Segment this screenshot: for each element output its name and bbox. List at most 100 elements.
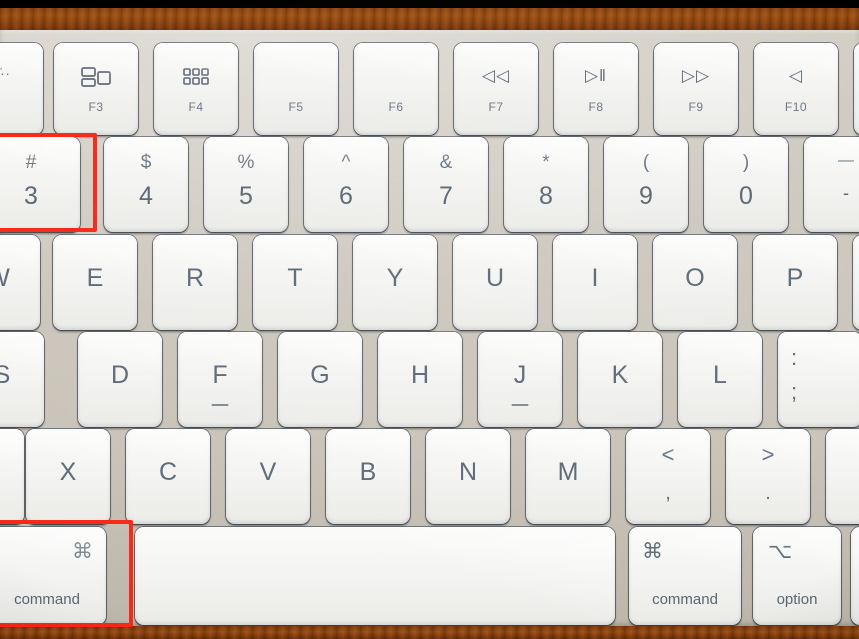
key-f4-launchpad[interactable]: F4 (154, 43, 238, 135)
key-slash[interactable] (826, 429, 859, 524)
key-i[interactable]: I (553, 235, 637, 330)
key-f8-play-pause[interactable]: ▷‖ F8 (554, 43, 638, 135)
key-7[interactable]: & 7 (404, 137, 488, 232)
key-minus[interactable]: — - (804, 137, 859, 232)
key-f3-label: F3 (88, 99, 104, 114)
key-f[interactable]: F (178, 332, 262, 427)
key-r-label: R (185, 264, 205, 293)
key-command-left-label: command (14, 591, 80, 609)
key-d[interactable]: D (78, 332, 162, 427)
key-5[interactable]: % 5 (204, 137, 288, 232)
key-w[interactable]: W (0, 235, 40, 330)
key-y[interactable]: Y (353, 235, 437, 330)
key-n[interactable]: N (426, 429, 510, 524)
key-period-lower-legend: . (765, 483, 771, 505)
key-f10-mute[interactable]: ◁ F10 (754, 43, 838, 135)
key-f2-brightness[interactable]: ·֘· (0, 43, 43, 135)
wooden-desk-top (0, 8, 859, 32)
key-f7-rewind[interactable]: ◁◁ F7 (454, 43, 538, 135)
mission-control-icon (81, 67, 111, 92)
key-u[interactable]: U (453, 235, 537, 330)
key-r[interactable]: R (153, 235, 237, 330)
key-3-upper-legend: # (25, 152, 37, 174)
key-option-right-label: option (776, 591, 818, 609)
key-f5-label: F5 (288, 99, 304, 114)
key-0-upper-legend: ) (742, 152, 750, 174)
key-v[interactable]: V (226, 429, 310, 524)
key-g-label: G (310, 361, 330, 390)
key-f10-label: F10 (784, 99, 808, 114)
key-command-left[interactable]: ⌘ command (0, 527, 106, 625)
key-minus-lower-legend: - (843, 182, 849, 203)
key-f-tactile-bump (211, 404, 229, 407)
key-arrow-left[interactable] (851, 527, 859, 625)
key-f-label: F (212, 361, 228, 390)
key-f6-label: F6 (388, 99, 404, 114)
key-z[interactable]: Z (0, 429, 24, 524)
key-z-label: Z (0, 460, 24, 485)
key-f9-fast-forward[interactable]: ▷▷ F9 (654, 43, 738, 135)
key-w-label: W (0, 266, 40, 291)
key-h[interactable]: H (378, 332, 462, 427)
key-b[interactable]: B (326, 429, 410, 524)
key-period-upper-legend: > (761, 442, 775, 468)
key-v-label: V (259, 458, 277, 487)
launchpad-icon (183, 68, 209, 91)
key-d-label: D (110, 361, 130, 390)
key-comma[interactable]: < , (626, 429, 710, 524)
key-k[interactable]: K (578, 332, 662, 427)
key-l[interactable]: L (678, 332, 762, 427)
magic-keyboard-chassis: ·֘· F3 F4 F5 F6 ◁◁ F7 ▷‖ F8 ▷▷ F9 ◁ F10 … (0, 30, 859, 627)
key-u-label: U (485, 264, 505, 293)
key-minus-upper-legend: — (838, 152, 854, 170)
key-8-upper-legend: * (542, 152, 550, 174)
key-t[interactable]: T (253, 235, 337, 330)
key-command-right[interactable]: ⌘ command (629, 527, 741, 625)
key-period[interactable]: > . (726, 429, 810, 524)
mute-icon: ◁ (788, 65, 804, 85)
brightness-up-icon: ·֘· (0, 65, 11, 81)
key-p[interactable]: P (753, 235, 837, 330)
key-l-label: L (713, 361, 727, 390)
key-4[interactable]: $ 4 (104, 137, 188, 232)
key-0[interactable]: ) 0 (704, 137, 788, 232)
key-bracket-left[interactable] (853, 235, 859, 330)
key-semicolon-upper-legend: : (790, 345, 798, 371)
key-s[interactable]: S (0, 332, 44, 427)
key-m[interactable]: M (526, 429, 610, 524)
option-icon: ⌥ (768, 539, 793, 563)
key-0-lower-legend: 0 (739, 181, 753, 210)
key-y-label: Y (386, 264, 404, 293)
key-7-upper-legend: & (439, 152, 453, 174)
key-8-lower-legend: 8 (539, 181, 553, 210)
key-semicolon[interactable]: : ; (778, 332, 859, 427)
key-4-lower-legend: 4 (139, 181, 153, 210)
key-5-upper-legend: % (237, 152, 255, 174)
key-e[interactable]: E (53, 235, 137, 330)
key-c[interactable]: C (126, 429, 210, 524)
key-f11-volume-down[interactable] (854, 43, 859, 135)
key-x[interactable]: X (26, 429, 110, 524)
key-f3-mission-control[interactable]: F3 (54, 43, 138, 135)
key-b-label: B (359, 458, 377, 487)
key-g[interactable]: G (278, 332, 362, 427)
key-f9-label: F9 (688, 99, 704, 114)
key-s-label: S (0, 361, 11, 390)
key-command-right-label: command (652, 591, 718, 609)
key-o[interactable]: O (653, 235, 737, 330)
key-7-lower-legend: 7 (439, 181, 453, 210)
key-9-upper-legend: ( (642, 152, 650, 174)
key-6[interactable]: ^ 6 (304, 137, 388, 232)
key-9[interactable]: ( 9 (604, 137, 688, 232)
play-pause-icon: ▷‖ (584, 65, 608, 85)
key-space[interactable] (135, 527, 615, 625)
key-j[interactable]: J (478, 332, 562, 427)
key-j-tactile-bump (511, 404, 529, 407)
key-comma-lower-legend: , (665, 483, 671, 505)
key-f5[interactable]: F5 (254, 43, 338, 135)
key-f6[interactable]: F6 (354, 43, 438, 135)
key-6-lower-legend: 6 (339, 181, 353, 210)
key-8[interactable]: * 8 (504, 137, 588, 232)
key-option-right[interactable]: ⌥ option (753, 527, 841, 625)
key-3[interactable]: # 3 (0, 137, 80, 232)
